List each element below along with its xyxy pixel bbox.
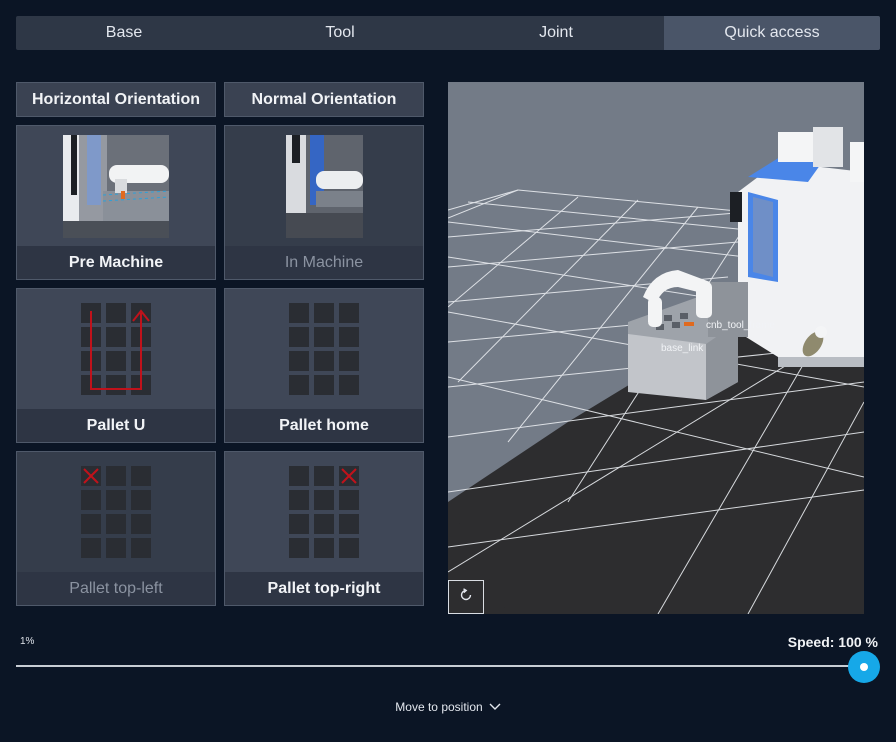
tool-frame-label: cnb_tool_frame — [706, 320, 775, 331]
pallet-u-path-icon — [81, 303, 151, 396]
pallet-top-right-label: Pallet top-right — [225, 572, 423, 605]
normal-orientation-button[interactable]: Normal Orientation — [224, 82, 424, 117]
tab-quick-access[interactable]: Quick access — [664, 16, 880, 50]
pallet-top-left-card[interactable]: Pallet top-left — [16, 451, 216, 606]
in-machine-thumbnail — [286, 135, 363, 238]
knob-center-dot — [860, 663, 868, 671]
chevron-down-icon — [489, 700, 501, 714]
move-to-position-label: Move to position — [395, 700, 483, 714]
pre-machine-card[interactable]: Pre Machine — [16, 125, 216, 280]
pallet-top-left-label: Pallet top-left — [17, 572, 215, 605]
tab-base[interactable]: Base — [16, 16, 232, 50]
in-machine-card[interactable]: In Machine — [224, 125, 424, 280]
pallet-u-label: Pallet U — [17, 409, 215, 442]
pallet-grid-icon — [289, 303, 359, 396]
speed-min-label: 1% — [20, 636, 35, 647]
move-to-position-toggle[interactable]: Move to position — [0, 700, 896, 714]
reset-view-button[interactable] — [448, 580, 484, 614]
pallet-u-card[interactable]: Pallet U — [16, 288, 216, 443]
pallet-top-right-card[interactable]: Pallet top-right — [224, 451, 424, 606]
pallet-home-label: Pallet home — [225, 409, 423, 442]
pallet-home-card[interactable]: Pallet home — [224, 288, 424, 443]
horizontal-orientation-button[interactable]: Horizontal Orientation — [16, 82, 216, 117]
pallet-top-left-icon — [81, 466, 151, 559]
robot-3d-viewport[interactable]: cnb_tool_frame base_link — [448, 82, 864, 614]
pre-machine-thumbnail — [63, 135, 169, 238]
in-machine-label: In Machine — [225, 246, 423, 279]
reset-view-icon — [459, 587, 473, 607]
pallet-top-right-icon — [289, 466, 359, 559]
speed-slider-track[interactable] — [16, 665, 864, 667]
jog-mode-tabs: Base Tool Joint Quick access — [16, 16, 880, 50]
tab-tool[interactable]: Tool — [232, 16, 448, 50]
pre-machine-label: Pre Machine — [17, 246, 215, 279]
speed-slider-knob[interactable] — [848, 651, 880, 683]
speed-value-label: Speed: 100 % — [787, 634, 878, 650]
base-link-label: base_link — [661, 343, 704, 354]
tab-joint[interactable]: Joint — [448, 16, 664, 50]
